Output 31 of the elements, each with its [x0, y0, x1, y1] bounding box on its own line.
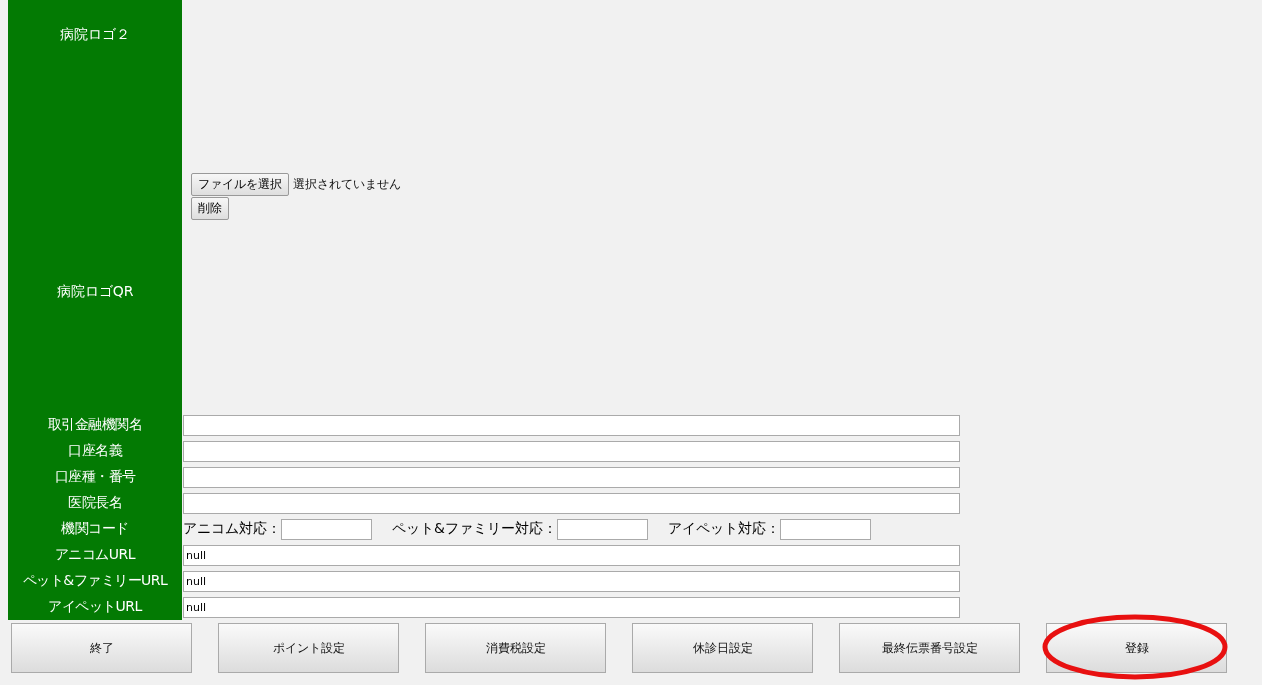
field-label: 病院ロゴ２: [8, 0, 182, 172]
action-button[interactable]: 消費税設定: [425, 623, 606, 673]
choose-file-button[interactable]: ファイルを選択: [191, 173, 289, 196]
text-field[interactable]: [183, 414, 960, 436]
delete-button[interactable]: 削除: [191, 197, 229, 220]
text-field[interactable]: null: [183, 570, 960, 592]
field-label: アイペットURL: [8, 594, 182, 620]
text-field[interactable]: [183, 492, 960, 514]
field-label: 口座種・番号: [8, 464, 182, 490]
field-label: 取引金融機関名: [8, 412, 182, 438]
code-field[interactable]: [779, 518, 871, 540]
code-label: ペット&ファミリー対応：: [392, 520, 557, 538]
action-button[interactable]: 最終伝票番号設定: [839, 623, 1020, 673]
text-field[interactable]: null: [183, 544, 960, 566]
action-button[interactable]: 終了: [11, 623, 192, 673]
text-field[interactable]: null: [183, 596, 960, 618]
text-field[interactable]: [183, 466, 960, 488]
code-label: アニコム対応：: [183, 520, 281, 538]
field-label: 口座名義: [8, 438, 182, 464]
field-label: 医院長名: [8, 490, 182, 516]
file-status-text: 選択されていません: [293, 175, 401, 193]
code-field[interactable]: [281, 518, 372, 540]
action-button[interactable]: ポイント設定: [218, 623, 399, 673]
text-field[interactable]: [183, 440, 960, 462]
code-label: アイペット対応：: [667, 520, 780, 538]
field-label: アニコムURL: [8, 542, 182, 568]
field-label: 病院ロゴQR: [8, 172, 182, 412]
action-button[interactable]: 休診日設定: [632, 623, 813, 673]
code-field[interactable]: [556, 518, 648, 540]
field-label: ペット&ファミリーURL: [8, 568, 182, 594]
field-label: 機関コード: [8, 516, 182, 542]
